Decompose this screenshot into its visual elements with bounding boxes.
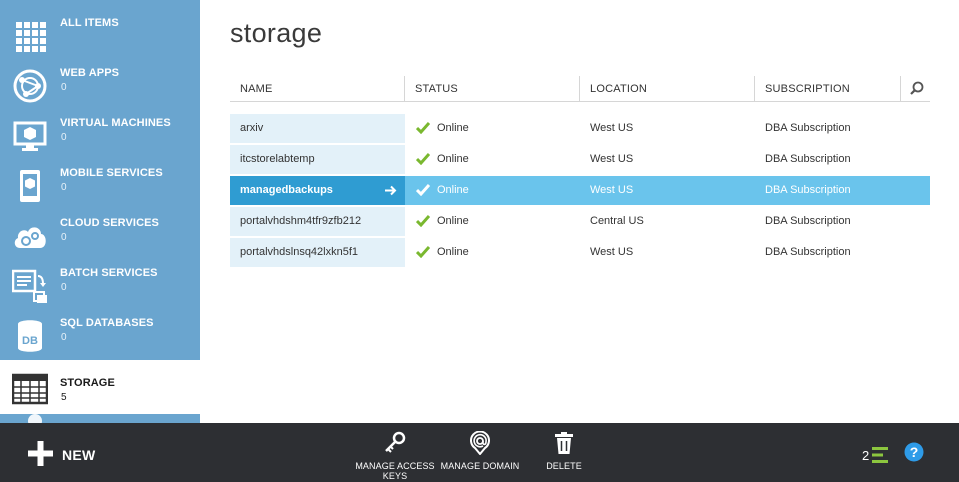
row-name: itcstorelabtemp <box>230 145 405 174</box>
delete-label: DELETE <box>546 461 582 471</box>
table-row[interactable]: portalvhdslnsq42lxkn5f1 Online West US D… <box>230 238 930 267</box>
monitor-icon <box>13 121 47 151</box>
sidebar-item-count: 0 <box>61 182 67 193</box>
database-icon-text: DB <box>22 335 38 347</box>
row-name: portalvhdslnsq42lxkn5f1 <box>230 238 405 267</box>
table-row[interactable]: itcstorelabtemp Online West US DBA Subsc… <box>230 145 930 174</box>
sidebar-item-web-apps[interactable]: WEB APPS 0 <box>0 60 200 110</box>
search-icon[interactable] <box>902 76 930 101</box>
sidebar-item-label: CLOUD SERVICES <box>60 217 159 229</box>
phone-icon <box>20 170 40 202</box>
row-subscription: DBA Subscription <box>765 246 851 258</box>
sidebar-item-count: 0 <box>61 82 67 93</box>
column-header-subscription[interactable]: SUBSCRIPTION <box>755 76 900 101</box>
grid-header: NAME STATUS LOCATION SUBSCRIPTION <box>230 76 930 102</box>
manage-access-keys-button[interactable]: MANAGE ACCESS KEYS <box>355 431 435 481</box>
table-row-selected[interactable]: managedbackups Online West US DBA Subscr… <box>230 176 930 205</box>
sidebar-item-batch-services[interactable]: BATCH SERVICES 0 <box>0 260 200 310</box>
progress-count: 2 <box>862 448 870 463</box>
column-header-location[interactable]: LOCATION <box>580 76 755 101</box>
row-status: Online <box>437 122 469 134</box>
row-subscription: DBA Subscription <box>765 184 851 196</box>
sidebar-item-label: ALL ITEMS <box>60 17 119 29</box>
manage-access-keys-label: MANAGE ACCESS KEYS <box>355 461 435 481</box>
database-icon: DB <box>18 320 42 352</box>
table-row[interactable]: portalvhdshm4tfr9zfb212 Online Central U… <box>230 207 930 236</box>
cloud-gear-icon <box>14 227 46 248</box>
manage-domain-button[interactable]: MANAGE DOMAIN <box>440 431 520 481</box>
sidebar-item-storage[interactable]: STORAGE 5 <box>0 360 200 414</box>
column-divider <box>900 76 901 101</box>
row-subscription: DBA Subscription <box>765 215 851 227</box>
row-location: Central US <box>590 215 644 227</box>
row-name: portalvhdshm4tfr9zfb212 <box>230 207 405 236</box>
sidebar-item-label: VIRTUAL MACHINES <box>60 117 171 129</box>
storage-table-icon <box>12 373 48 405</box>
arrow-right-icon[interactable] <box>384 185 397 196</box>
plus-icon <box>28 441 53 466</box>
manage-access-keys-label-line2: KEYS <box>382 471 408 481</box>
globe-icon <box>13 69 47 103</box>
row-status: Online <box>437 246 469 258</box>
new-button-label: NEW <box>62 447 96 463</box>
row-status: Online <box>437 184 469 196</box>
key-icon <box>385 431 406 453</box>
row-location: West US <box>590 184 634 196</box>
sidebar-item-sql-databases[interactable]: DB SQL DATABASES 0 <box>0 310 200 360</box>
sidebar-item-count: 0 <box>61 332 67 343</box>
new-button[interactable]: NEW <box>28 441 108 467</box>
column-header-name[interactable]: NAME <box>230 76 405 101</box>
manage-access-keys-label-line1: MANAGE ACCESS <box>355 461 435 471</box>
sidebar-item-all-items[interactable]: ALL ITEMS <box>0 10 200 60</box>
command-bar: NEW MANAGE ACCESS KEYS MANAGE DOMAIN DEL… <box>0 423 959 482</box>
sidebar-item-count: 0 <box>61 282 67 293</box>
sidebar-item-mobile-services[interactable]: MOBILE SERVICES 0 <box>0 160 200 210</box>
batch-icon <box>12 269 47 303</box>
svg-text:?: ? <box>910 444 919 460</box>
sidebar-item-virtual-machines[interactable]: VIRTUAL MACHINES 0 <box>0 110 200 160</box>
sidebar-item-label: WEB APPS <box>60 67 120 79</box>
delete-button[interactable]: DELETE <box>524 431 604 481</box>
table-row[interactable]: arxiv Online West US DBA Subscription <box>230 114 930 143</box>
trash-icon <box>555 432 573 454</box>
sidebar-item-label: MOBILE SERVICES <box>60 167 163 179</box>
row-status: Online <box>437 215 469 227</box>
sidebar-item-count: 0 <box>61 232 67 243</box>
sidebar-item-count: 5 <box>61 392 67 403</box>
row-subscription: DBA Subscription <box>765 122 851 134</box>
row-status: Online <box>437 153 469 165</box>
row-location: West US <box>590 153 634 165</box>
row-location: West US <box>590 122 634 134</box>
row-location: West US <box>590 246 634 258</box>
sidebar-item-count: 0 <box>61 132 67 143</box>
progress-list-icon[interactable] <box>872 445 892 465</box>
column-header-status[interactable]: STATUS <box>405 76 580 101</box>
help-icon[interactable]: ? <box>904 442 924 462</box>
sidebar-next-item-icon <box>28 414 42 423</box>
grid-icon <box>16 22 46 52</box>
row-subscription: DBA Subscription <box>765 153 851 165</box>
row-name: managedbackups <box>230 176 405 205</box>
row-name: arxiv <box>230 114 405 143</box>
sidebar-item-label: STORAGE <box>60 377 115 389</box>
sidebar-item-label: BATCH SERVICES <box>60 267 158 279</box>
sidebar-item-cloud-services[interactable]: CLOUD SERVICES 0 <box>0 210 200 260</box>
sidebar-item-label: SQL DATABASES <box>60 317 154 329</box>
at-icon <box>470 431 490 455</box>
sidebar: ALL ITEMS WEB APPS 0 VIRTUAL MACHINES 0 <box>0 0 200 423</box>
manage-domain-label: MANAGE DOMAIN <box>440 461 520 471</box>
page-title: storage <box>230 18 323 48</box>
